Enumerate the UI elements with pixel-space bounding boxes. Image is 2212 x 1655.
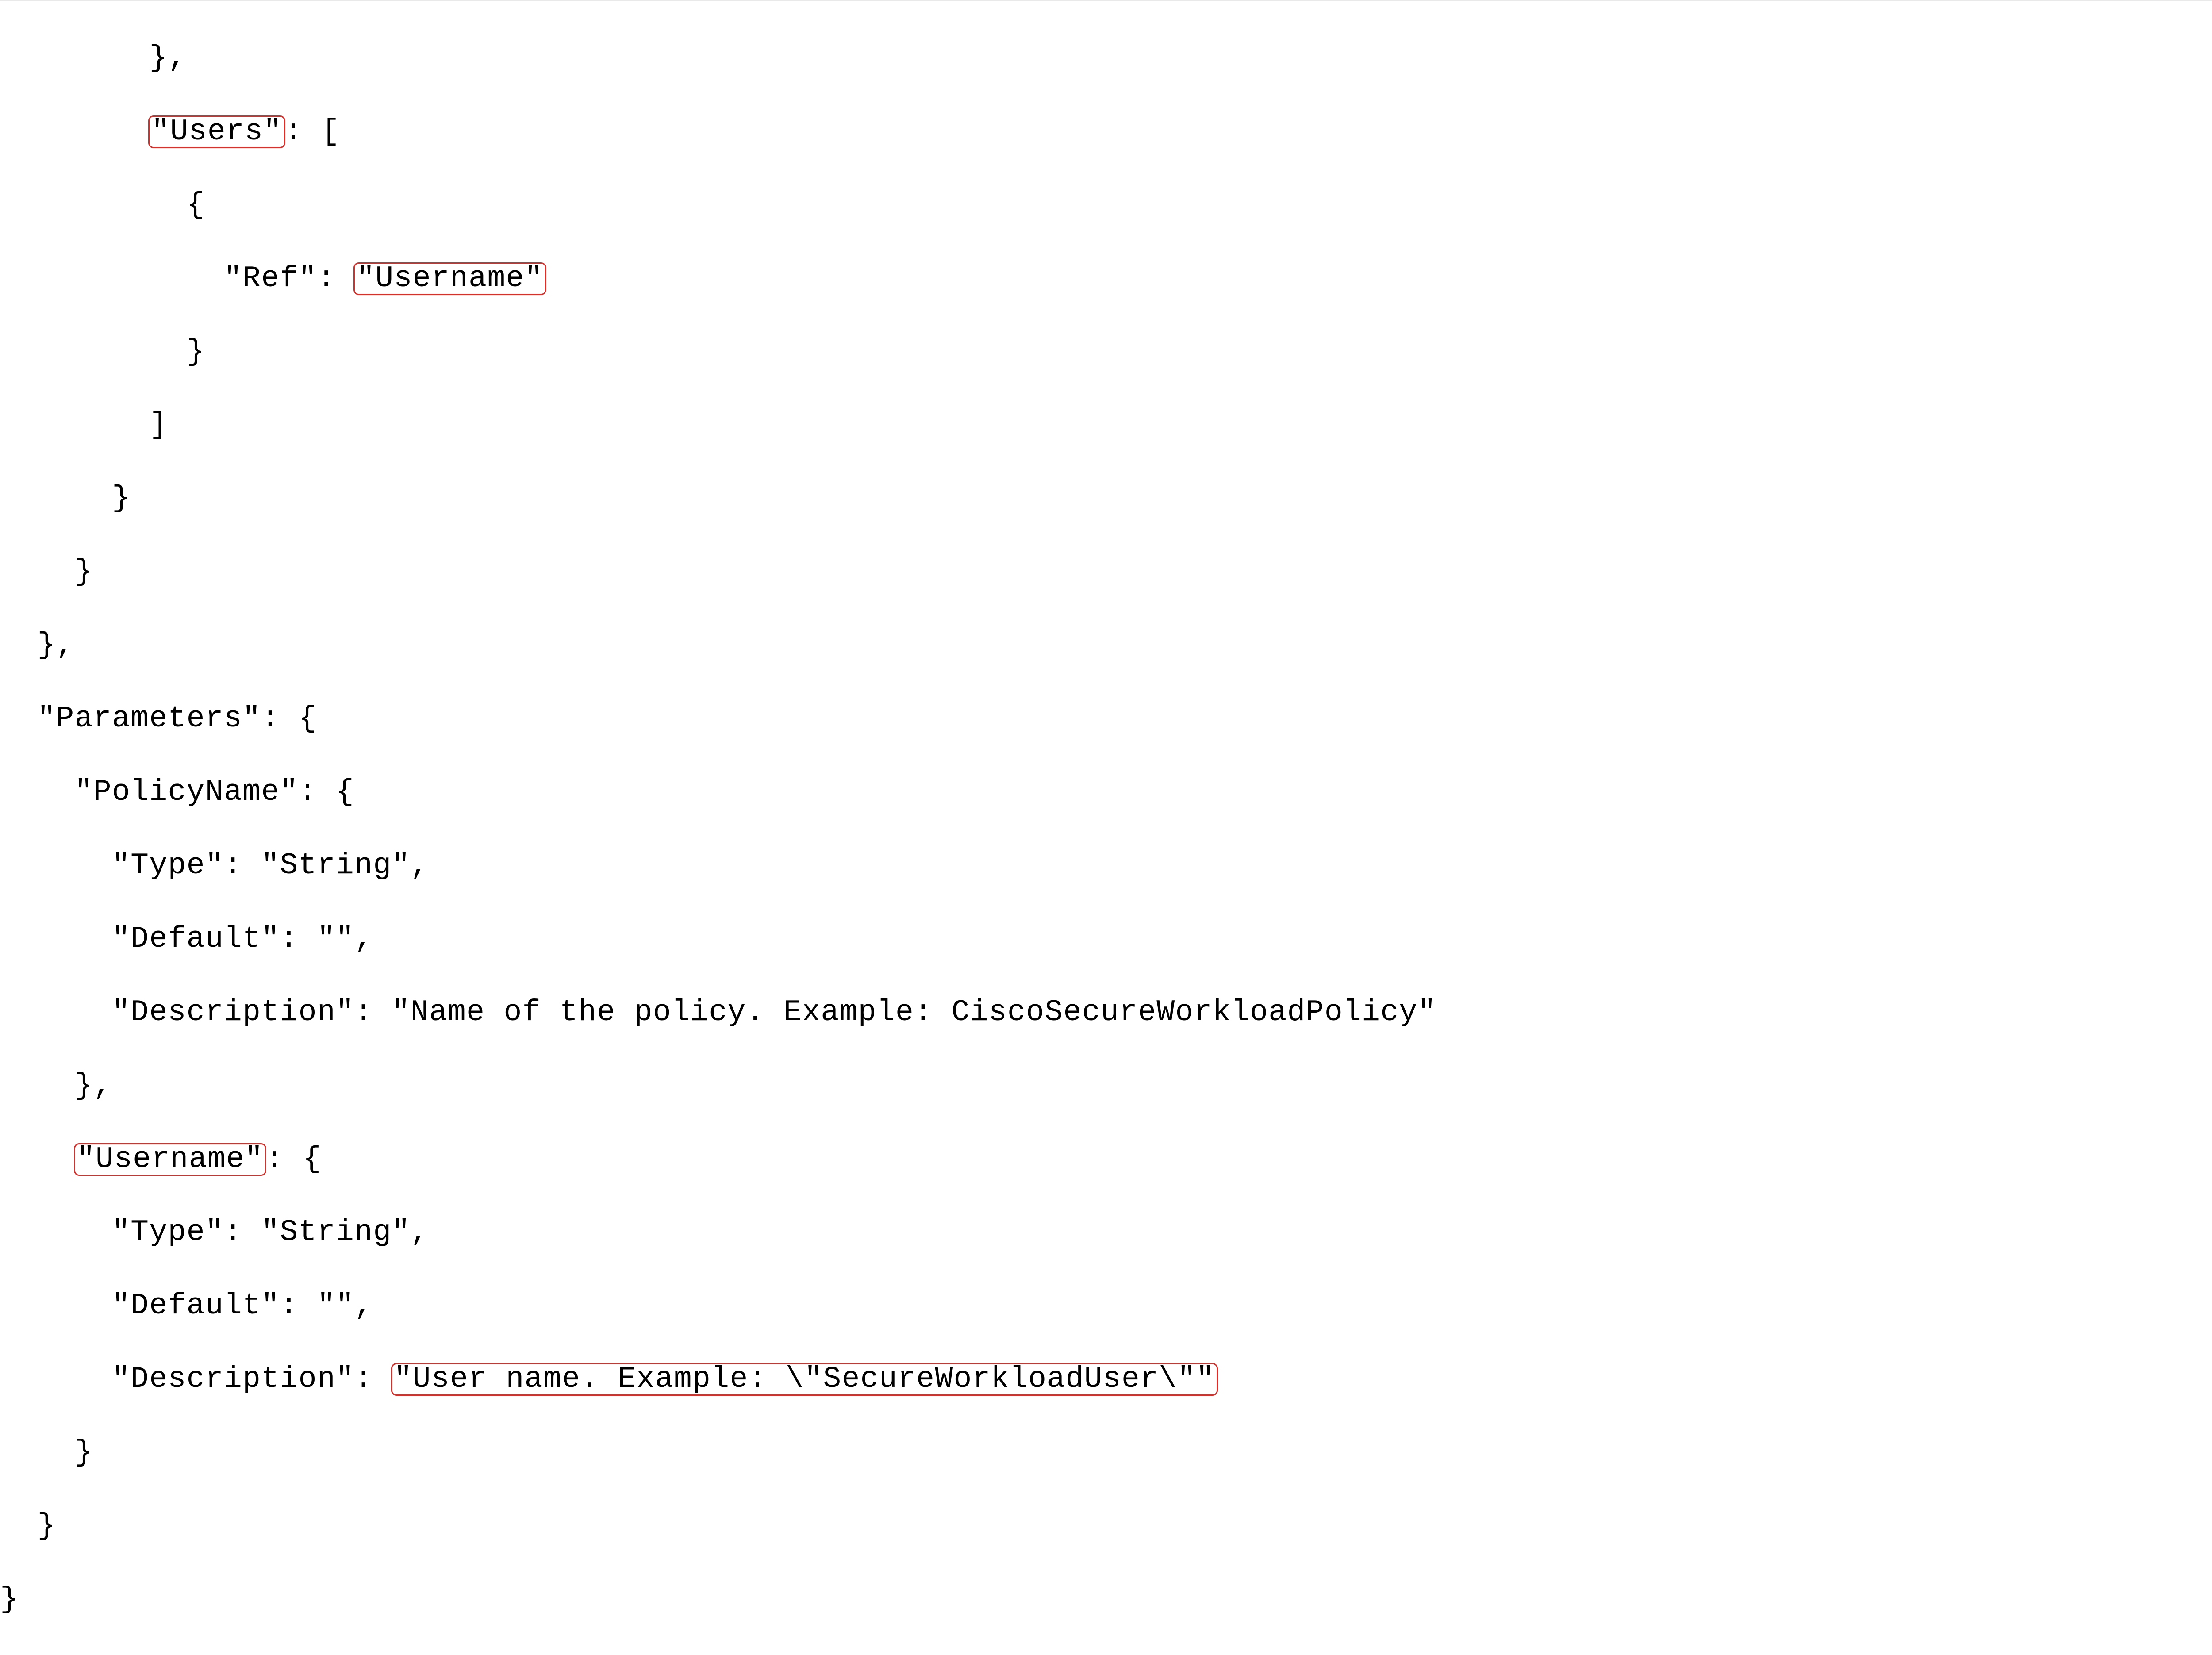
- code-text: "Type": "String",: [0, 1215, 429, 1249]
- code-text: "Description":: [0, 1362, 392, 1396]
- code-text: "Ref":: [0, 261, 354, 296]
- highlight-users-key: "Users": [148, 115, 285, 148]
- highlight-username-ref: "Username": [353, 262, 546, 295]
- code-text: }: [0, 1582, 19, 1617]
- code-text: }: [0, 555, 93, 589]
- highlight-username-param: "Username": [74, 1143, 267, 1176]
- code-text: "Default": "",: [0, 1289, 373, 1323]
- code-text: }: [0, 1436, 93, 1470]
- code-text: "PolicyName": {: [0, 775, 354, 809]
- code-text: [0, 1142, 75, 1176]
- code-text: "Default": "",: [0, 922, 373, 956]
- highlight-username-description: "User name. Example: \"SecureWorkloadUse…: [391, 1363, 1218, 1396]
- code-text: : {: [265, 1142, 322, 1176]
- code-text: ]: [0, 408, 168, 442]
- code-text: }: [0, 335, 205, 369]
- code-text: },: [0, 1069, 112, 1103]
- code-text: "Description": "Name of the policy. Exam…: [0, 995, 1436, 1029]
- code-text: : [: [284, 115, 341, 149]
- code-text: },: [0, 628, 75, 662]
- code-text: [0, 115, 149, 149]
- code-text: "Parameters": {: [0, 702, 317, 736]
- code-text: }: [0, 481, 131, 515]
- code-block: }, "Users": [ { "Ref": "Username" } ] } …: [0, 4, 2212, 1655]
- code-text: },: [0, 41, 187, 75]
- code-text: {: [0, 188, 205, 222]
- code-text: "Type": "String",: [0, 849, 429, 883]
- code-text: }: [0, 1509, 56, 1543]
